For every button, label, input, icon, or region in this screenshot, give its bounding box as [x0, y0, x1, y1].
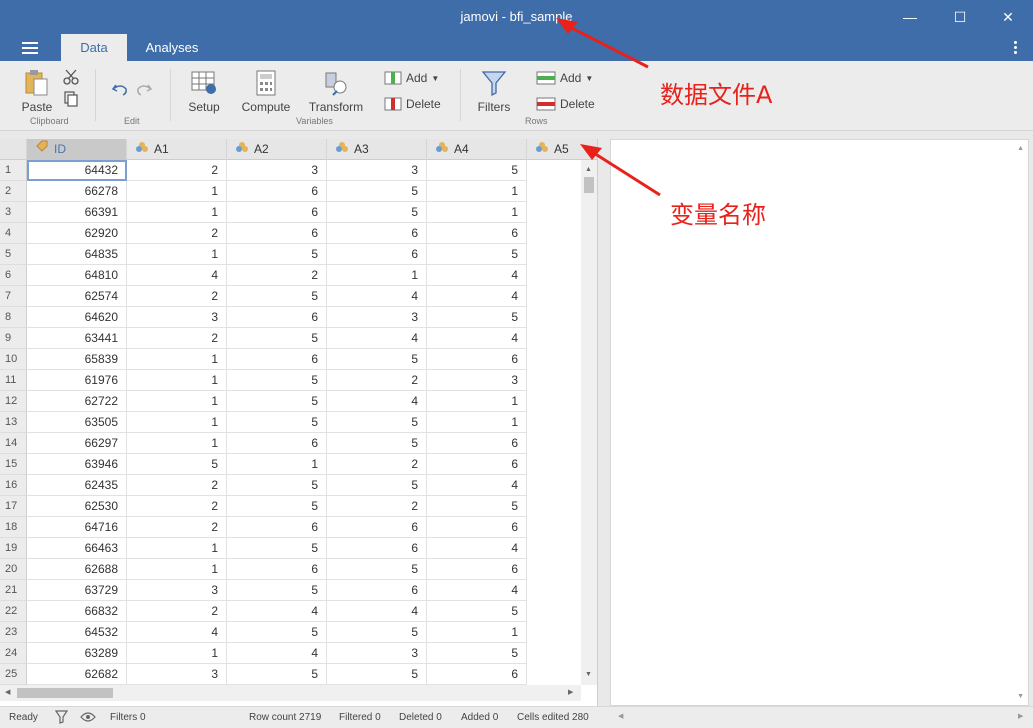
annotation-variable-names: 变量名称	[670, 201, 766, 229]
arrow-to-header	[585, 146, 661, 197]
annotation-data-file: 数据文件A	[660, 81, 773, 109]
arrow-to-title	[559, 20, 649, 69]
arrowhead	[556, 18, 578, 34]
annotation-arrows	[556, 18, 661, 197]
